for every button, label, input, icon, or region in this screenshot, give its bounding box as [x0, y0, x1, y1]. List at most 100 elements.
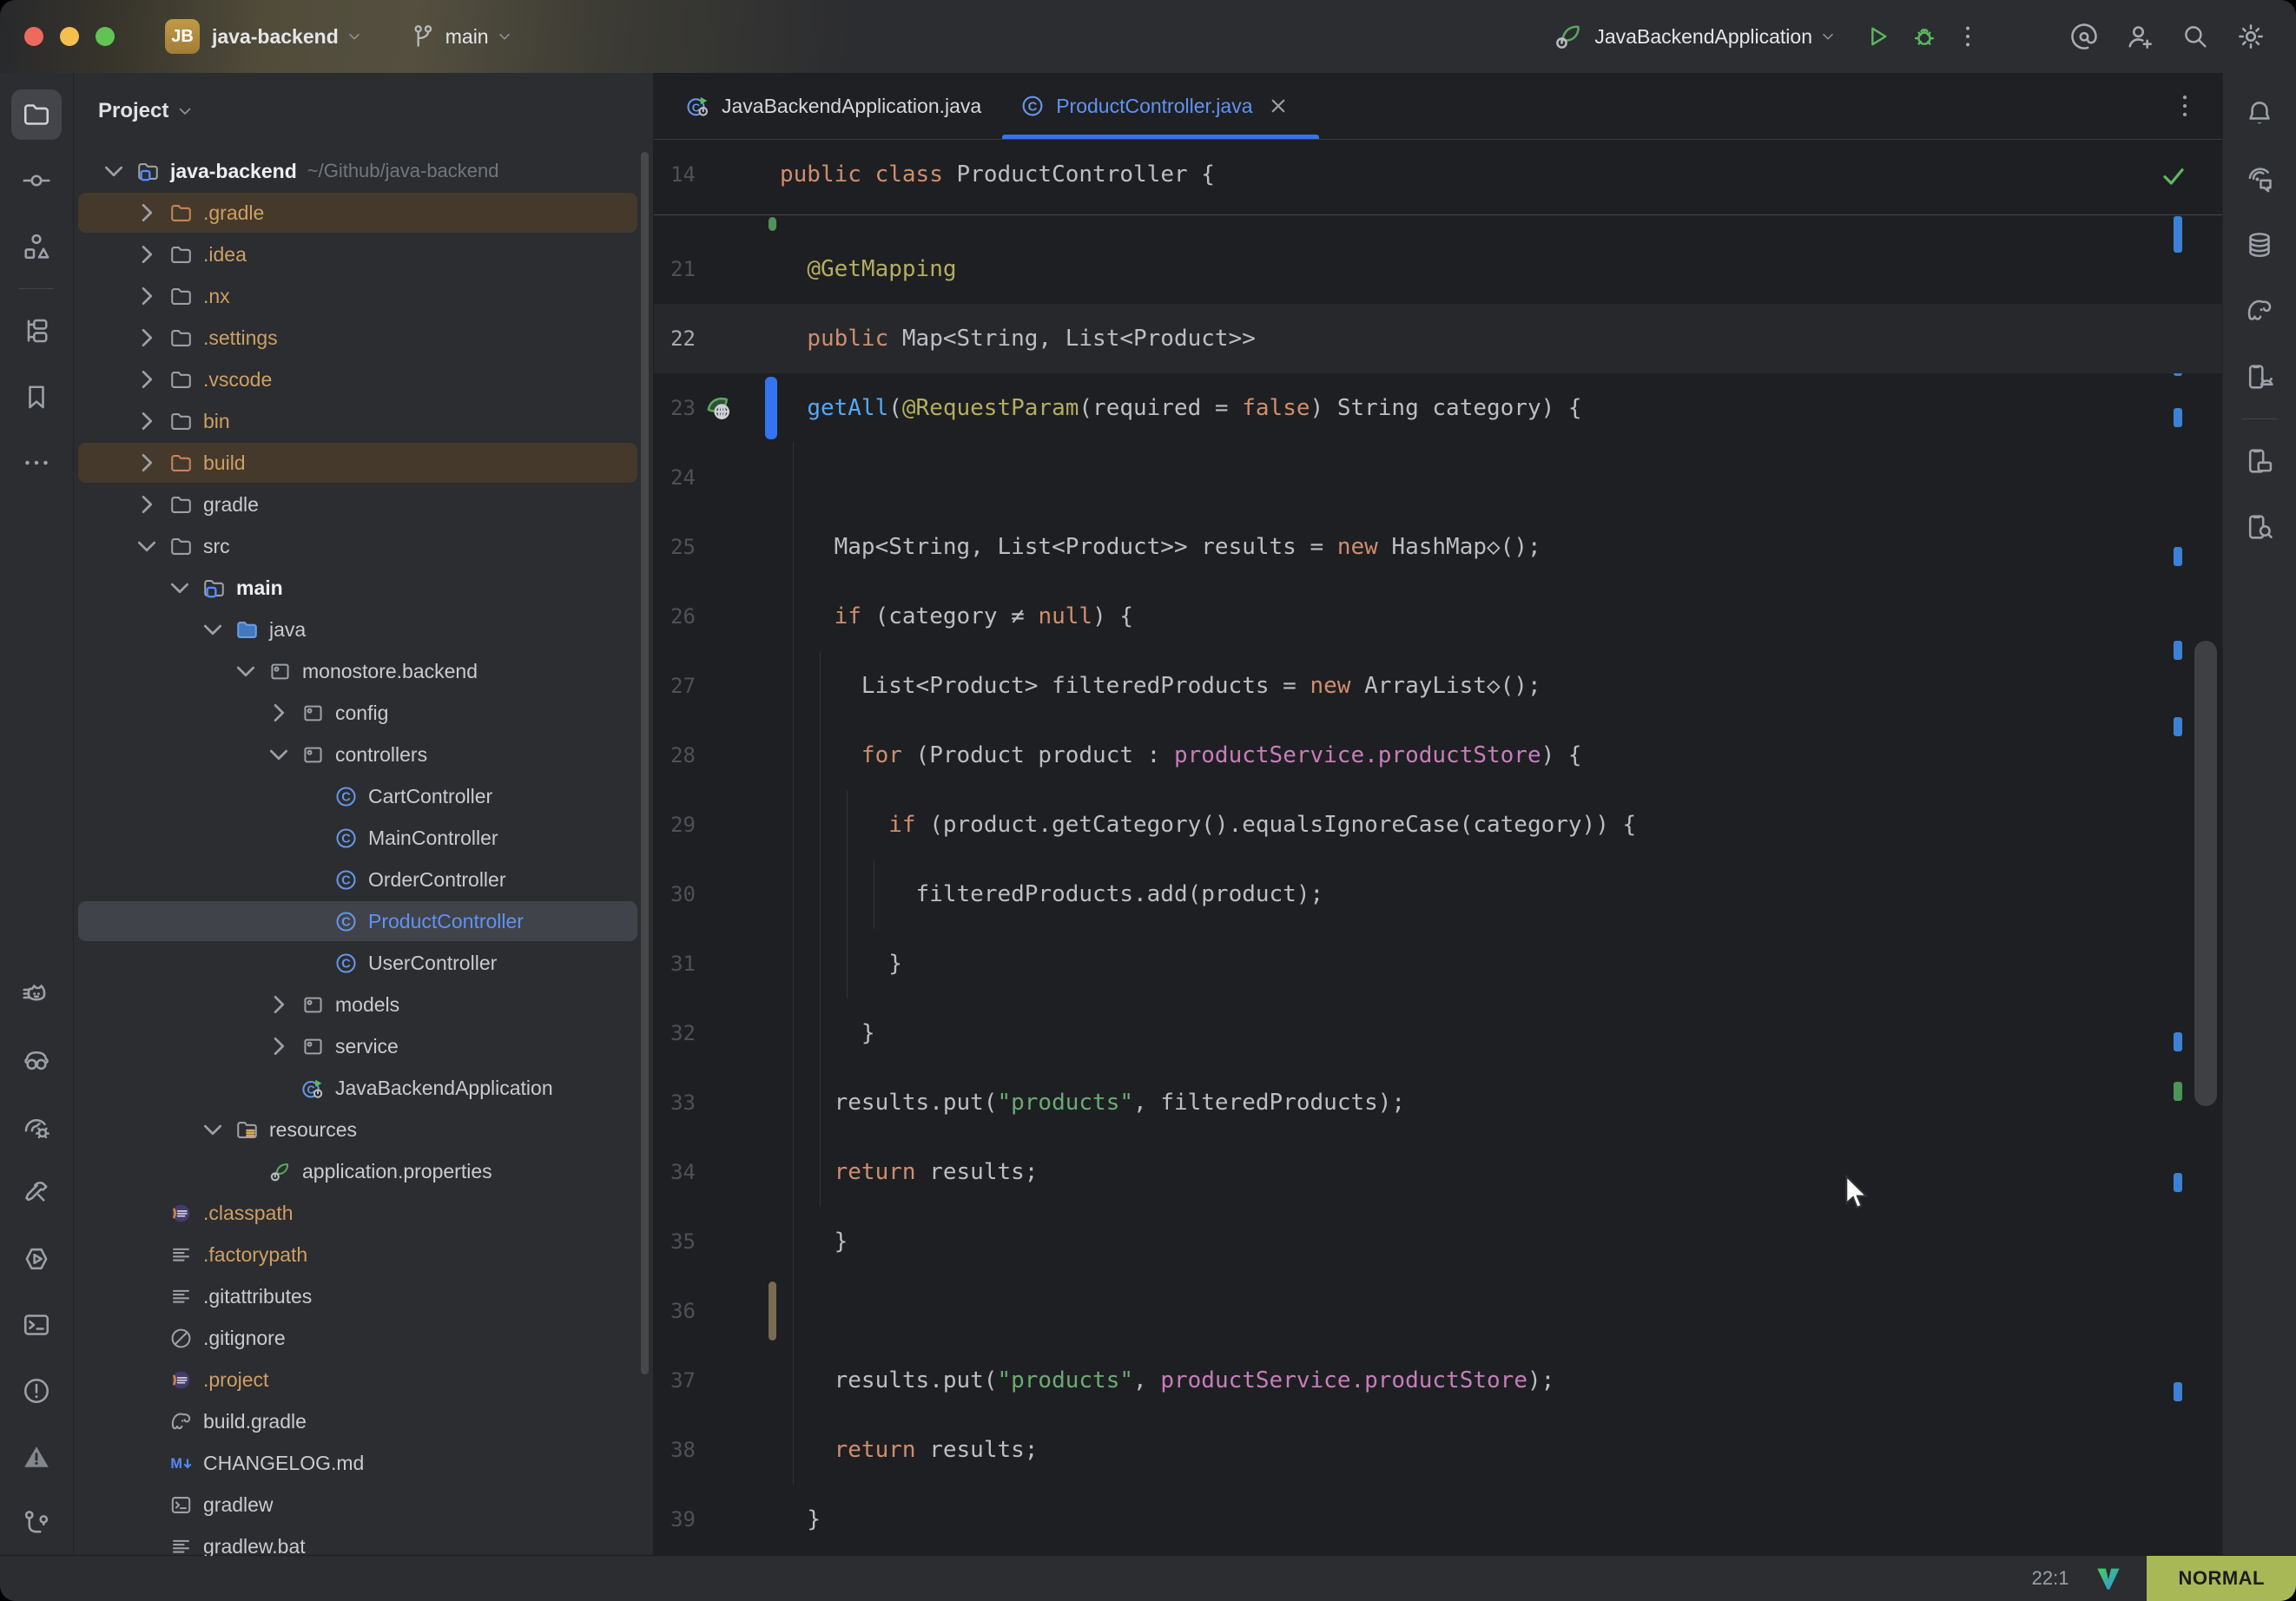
tree-row-UserController[interactable]: CUserController: [74, 942, 653, 984]
tool-window-button-hierarchy[interactable]: [11, 306, 62, 356]
chevron-right-icon[interactable]: [130, 363, 163, 396]
run-configuration-widget[interactable]: JavaBackendApplication: [1553, 21, 1837, 52]
tree-row-.nx[interactable]: .nx: [74, 275, 653, 317]
chevron-down-icon[interactable]: [196, 1113, 229, 1146]
tree-row-.gitattributes[interactable]: .gitattributes: [74, 1275, 653, 1317]
code-editor[interactable]: 14public class ProductController {21 @Ge…: [654, 140, 2222, 1556]
chevron-right-icon[interactable]: [130, 196, 163, 229]
editor-scrollbar[interactable]: [2194, 641, 2217, 1106]
tool-window-button-gradle-elephant[interactable]: [2234, 286, 2285, 336]
tool-window-button-app-insights-chat[interactable]: [2234, 154, 2285, 204]
tree-row-build[interactable]: build: [74, 442, 653, 484]
tree-row-gradlew[interactable]: gradlew: [74, 1484, 653, 1525]
tree-row-.project[interactable]: .project: [74, 1359, 653, 1400]
chevron-down-icon[interactable]: [163, 571, 196, 604]
run-button[interactable]: [1858, 17, 1897, 56]
chevron-down-icon[interactable]: [196, 613, 229, 646]
sticky-lines-panel[interactable]: 14public class ProductController {: [654, 140, 2222, 215]
search-everywhere-button[interactable]: [2176, 17, 2214, 56]
inspections-ok-icon[interactable]: [2160, 162, 2187, 190]
tree-row-.vscode[interactable]: .vscode: [74, 359, 653, 400]
tool-window-button-version-control[interactable]: [11, 1498, 62, 1548]
globe-leaf-gutter-icon[interactable]: [703, 392, 734, 424]
ideavim-icon[interactable]: [2095, 1565, 2122, 1592]
tool-window-button-problems[interactable]: [11, 1366, 62, 1416]
tool-window-button-terminal[interactable]: [11, 1300, 62, 1350]
code-with-me-button[interactable]: [2121, 17, 2159, 56]
close-icon[interactable]: [1265, 93, 1291, 119]
tool-window-button-logcat[interactable]: [11, 970, 62, 1020]
minimize-window-button[interactable]: [60, 27, 79, 46]
editor-tab-ProductController.java[interactable]: CProductController.java: [1000, 73, 1320, 139]
vcs-modified-marker[interactable]: [765, 377, 777, 439]
chevron-right-icon[interactable]: [130, 238, 163, 271]
chevron-right-icon[interactable]: [130, 280, 163, 313]
chevron-down-icon[interactable]: [229, 655, 262, 688]
tree-row-bin[interactable]: bin: [74, 400, 653, 442]
tree-row-CartController[interactable]: CCartController: [74, 775, 653, 817]
tool-window-button-notifications-bell[interactable]: [2234, 88, 2285, 138]
tree-row-JavaBackendApplication[interactable]: CJavaBackendApplication: [74, 1067, 653, 1109]
tool-window-button-bookmarks[interactable]: [11, 372, 62, 422]
chevron-right-icon[interactable]: [262, 988, 295, 1021]
tool-window-button-device-android[interactable]: [2234, 352, 2285, 402]
tool-window-button-device-explorer[interactable]: [2234, 502, 2285, 552]
project-panel-header[interactable]: Project: [74, 73, 653, 149]
tree-row-gradlew.bat[interactable]: gradlew.bat: [74, 1525, 653, 1556]
debug-button[interactable]: [1905, 17, 1943, 56]
tool-window-button-project-folder[interactable]: [11, 89, 62, 140]
chevron-right-icon[interactable]: [130, 405, 163, 438]
tool-window-button-profiler[interactable]: [11, 1102, 62, 1152]
tool-window-button-database[interactable]: [2234, 220, 2285, 270]
chevron-down-icon[interactable]: [130, 530, 163, 563]
tree-row-ProductController[interactable]: CProductController: [74, 900, 653, 942]
tree-row-service[interactable]: service: [74, 1025, 653, 1067]
tree-row-monostore.backend[interactable]: monostore.backend: [74, 650, 653, 692]
caret-position[interactable]: 22:1: [2032, 1567, 2069, 1590]
tool-window-button-build-hammer[interactable]: [11, 1168, 62, 1218]
ai-assistant-button[interactable]: [2065, 17, 2103, 56]
tree-row-.settings[interactable]: .settings: [74, 317, 653, 359]
editor-tab-JavaBackendApplication.java[interactable]: CJavaBackendApplication.java: [666, 73, 1000, 139]
tool-window-button-warning-triangle[interactable]: [11, 1432, 62, 1482]
tree-row-resources[interactable]: resources: [74, 1109, 653, 1150]
more-run-actions-button[interactable]: [1949, 17, 1987, 56]
tree-row-java-backend[interactable]: java-backend~/Github/java-backend: [74, 150, 653, 192]
tree-row-src[interactable]: src: [74, 525, 653, 567]
editor-options-kebab-icon[interactable]: [2170, 91, 2200, 121]
tree-row-.idea[interactable]: .idea: [74, 234, 653, 275]
tree-row-.gitignore[interactable]: .gitignore: [74, 1317, 653, 1359]
tree-row-MainController[interactable]: CMainController: [74, 817, 653, 859]
chevron-down-icon[interactable]: [262, 738, 295, 771]
tree-row-.gradle[interactable]: .gradle: [74, 192, 653, 234]
settings-button[interactable]: [2232, 17, 2270, 56]
tool-window-button-running-devices[interactable]: [2234, 436, 2285, 486]
branch-widget[interactable]: main: [409, 23, 514, 50]
tree-row-.factorypath[interactable]: .factorypath: [74, 1234, 653, 1275]
chevron-down-icon[interactable]: [97, 155, 130, 188]
tree-row-models[interactable]: models: [74, 984, 653, 1025]
tree-row-application.properties[interactable]: application.properties: [74, 1150, 653, 1192]
chevron-right-icon[interactable]: [262, 1030, 295, 1063]
tree-row-config[interactable]: config: [74, 692, 653, 734]
close-window-button[interactable]: [24, 27, 43, 46]
tree-row-OrderController[interactable]: COrderController: [74, 859, 653, 900]
tree-row-controllers[interactable]: controllers: [74, 734, 653, 775]
vcs-change-marker[interactable]: [769, 1281, 776, 1341]
project-tree-scrollbar[interactable]: [641, 152, 649, 1374]
tree-row-main[interactable]: main: [74, 567, 653, 609]
tool-window-button-copilot[interactable]: [11, 1036, 62, 1086]
tree-row-java[interactable]: java: [74, 609, 653, 650]
tool-window-button-services[interactable]: [11, 1234, 62, 1284]
chevron-right-icon[interactable]: [262, 696, 295, 729]
zoom-window-button[interactable]: [96, 27, 115, 46]
chevron-right-icon[interactable]: [130, 488, 163, 521]
tree-row-build.gradle[interactable]: build.gradle: [74, 1400, 653, 1442]
tree-row-.classpath[interactable]: .classpath: [74, 1192, 653, 1234]
tree-row-CHANGELOG.md[interactable]: MCHANGELOG.md: [74, 1442, 653, 1484]
chevron-right-icon[interactable]: [130, 446, 163, 479]
tool-window-button-commit[interactable]: [11, 155, 62, 206]
tool-window-button-more[interactable]: [11, 438, 62, 488]
tool-window-button-structure[interactable]: [11, 221, 62, 272]
vcs-added-marker[interactable]: [769, 217, 776, 231]
